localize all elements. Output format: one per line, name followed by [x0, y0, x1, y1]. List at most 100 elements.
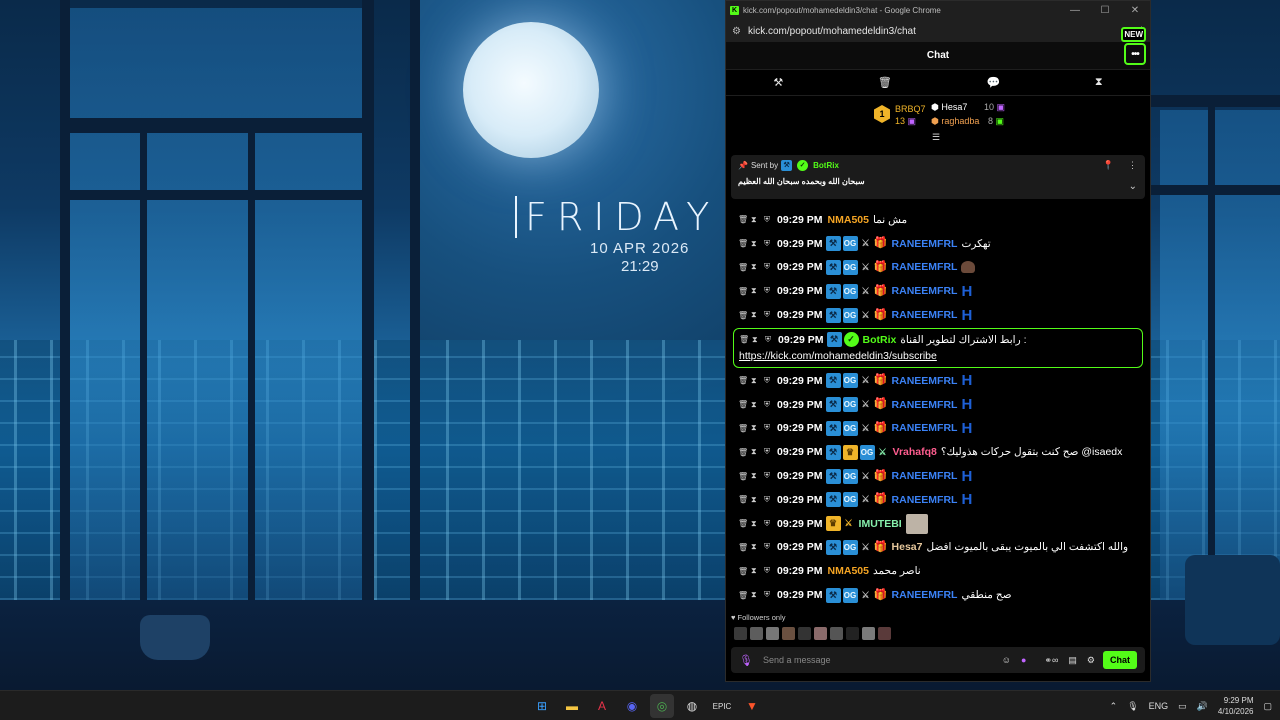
address-bar[interactable]: ⚙ kick.com/popout/mohamedeldin3/chat ⤓	[726, 20, 1150, 42]
emoji-icon[interactable]: ☺	[1002, 655, 1011, 665]
username[interactable]: RANEEMFRL	[892, 422, 958, 434]
username[interactable]: RANEEMFRL	[892, 285, 958, 297]
avatar[interactable]	[766, 627, 779, 640]
trash-icon[interactable]: 🗑	[738, 543, 751, 552]
username[interactable]: RANEEMFRL	[892, 261, 958, 273]
hourglass-icon[interactable]: ⧗	[751, 542, 764, 552]
trash-icon[interactable]: 🗑	[738, 287, 751, 296]
hourglass-icon[interactable]: ⧗	[751, 376, 764, 386]
avatar[interactable]	[846, 627, 859, 640]
shield-icon[interactable]: ⛨	[764, 400, 777, 410]
hourglass-icon[interactable]: ⧗	[751, 495, 764, 505]
hourglass-icon[interactable]: ⧗	[751, 310, 764, 320]
username[interactable]: BotRix	[863, 334, 897, 346]
epic-games-icon[interactable]: EPIC	[710, 694, 734, 718]
hourglass-icon[interactable]: ⧗	[751, 286, 764, 296]
trash-icon[interactable]: 🗑	[738, 448, 751, 457]
trash-icon[interactable]: 🗑	[738, 495, 751, 504]
trash-icon[interactable]: 🗑	[738, 400, 751, 409]
obs-icon[interactable]: ◍	[680, 694, 704, 718]
subscribe-link[interactable]: https://kick.com/mohamedeldin3/subscribe	[739, 350, 1137, 362]
trash-icon[interactable]: 🗑	[738, 376, 751, 385]
chevron-down-icon[interactable]: ⌄	[1129, 181, 1137, 192]
url-text[interactable]: kick.com/popout/mohamedeldin3/chat	[748, 26, 1139, 37]
shield-icon[interactable]: ⛨	[764, 542, 777, 552]
avatar[interactable]	[830, 627, 843, 640]
unpin-icon[interactable]: 📍	[1103, 160, 1114, 171]
avatar[interactable]	[862, 627, 875, 640]
username[interactable]: NMA505	[828, 565, 869, 577]
leader-second-name[interactable]: ⬢ Hesa7	[931, 102, 967, 113]
hourglass-icon[interactable]: ⧗	[751, 566, 764, 576]
hourglass-icon[interactable]: ⧗	[751, 262, 764, 272]
shield-icon[interactable]: ⛨	[764, 447, 777, 457]
avatar[interactable]	[798, 627, 811, 640]
hammer-icon[interactable]: ⚒	[773, 76, 783, 89]
trash-icon[interactable]: 🗑	[738, 263, 751, 272]
language-indicator[interactable]: ENG	[1149, 701, 1169, 711]
username[interactable]: RANEEMFRL	[892, 375, 958, 387]
trash-icon[interactable]: 🗑	[739, 335, 752, 344]
maximize-icon[interactable]: ☐	[1090, 5, 1120, 16]
trash-icon[interactable]: 🗑	[738, 472, 751, 481]
discord-icon[interactable]: ◉	[620, 694, 644, 718]
site-settings-icon[interactable]: ⚙	[732, 26, 748, 37]
shield-icon[interactable]: ⛨	[764, 310, 777, 320]
avatar[interactable]	[878, 627, 891, 640]
username[interactable]: Vrahafq8	[893, 446, 937, 458]
shield-icon[interactable]: ⛨	[764, 215, 777, 225]
shield-icon[interactable]: ⛨	[764, 590, 777, 600]
store-icon[interactable]: ▤	[1068, 655, 1077, 666]
close-icon[interactable]: ✕	[1120, 5, 1150, 16]
hourglass-icon[interactable]: ⧗	[751, 215, 764, 225]
taskbar-clock[interactable]: 9:29 PM 4/10/2026	[1218, 695, 1254, 717]
trash-icon[interactable]: 🗑	[878, 76, 892, 89]
trash-icon[interactable]: 🗑	[738, 215, 751, 224]
hourglass-icon[interactable]: ⧗	[1095, 76, 1103, 89]
hourglass-icon[interactable]: ⧗	[752, 335, 765, 345]
shield-icon[interactable]: ⛨	[764, 519, 777, 529]
username[interactable]: RANEEMFRL	[892, 470, 958, 482]
infinity-icon[interactable]: ⚭∞	[1044, 655, 1058, 666]
avatar[interactable]	[750, 627, 763, 640]
shield-icon[interactable]: ⛨	[764, 239, 777, 249]
kick-emote-icon[interactable]: ●	[1021, 655, 1026, 665]
leader-first-name[interactable]: BRBQ7	[895, 104, 926, 114]
shield-icon[interactable]: ⛨	[764, 376, 777, 386]
leader-third-name[interactable]: ⬢ raghadba	[931, 116, 979, 127]
filter-icon[interactable]: ☰	[932, 132, 940, 143]
hourglass-icon[interactable]: ⧗	[751, 471, 764, 481]
windows-start-icon[interactable]: ⊞	[530, 694, 554, 718]
volume-icon[interactable]: 🔊	[1197, 701, 1208, 712]
microphone-icon[interactable]: 🎙	[1127, 701, 1138, 712]
username[interactable]: RANEEMFRL	[892, 238, 958, 250]
username[interactable]: NMA505	[828, 214, 869, 226]
hourglass-icon[interactable]: ⧗	[751, 423, 764, 433]
brave-icon[interactable]: ▼	[740, 694, 764, 718]
shield-icon[interactable]: ⛨	[764, 286, 777, 296]
username[interactable]: Hesa7	[892, 541, 923, 553]
trash-icon[interactable]: 🗑	[738, 519, 751, 528]
network-icon[interactable]: ▭	[1178, 701, 1187, 712]
chrome-icon[interactable]: ◎	[650, 694, 674, 718]
speech-bubble-icon[interactable]: 💬	[987, 76, 1001, 89]
username[interactable]: RANEEMFRL	[892, 494, 958, 506]
avatar[interactable]	[782, 627, 795, 640]
shield-icon[interactable]: ⛨	[764, 495, 777, 505]
shield-icon[interactable]: ⛨	[764, 566, 777, 576]
hourglass-icon[interactable]: ⧗	[751, 447, 764, 457]
username[interactable]: IMUTEBI	[859, 518, 902, 530]
minimize-icon[interactable]: —	[1060, 5, 1090, 16]
shield-icon[interactable]: ⛨	[764, 262, 777, 272]
avatar[interactable]	[734, 627, 747, 640]
hourglass-icon[interactable]: ⧗	[751, 519, 764, 529]
kebab-menu-icon[interactable]: ⋮	[1128, 160, 1137, 171]
file-explorer-icon[interactable]: ▬	[560, 694, 584, 718]
username[interactable]: RANEEMFRL	[892, 309, 958, 321]
settings-icon[interactable]: ⚙	[1087, 655, 1095, 666]
trash-icon[interactable]: 🗑	[738, 567, 751, 576]
shield-icon[interactable]: ⛨	[764, 423, 777, 433]
trash-icon[interactable]: 🗑	[738, 311, 751, 320]
chevron-up-icon[interactable]: ⌃	[1110, 701, 1118, 712]
more-options-button[interactable]: •••	[1124, 43, 1146, 65]
